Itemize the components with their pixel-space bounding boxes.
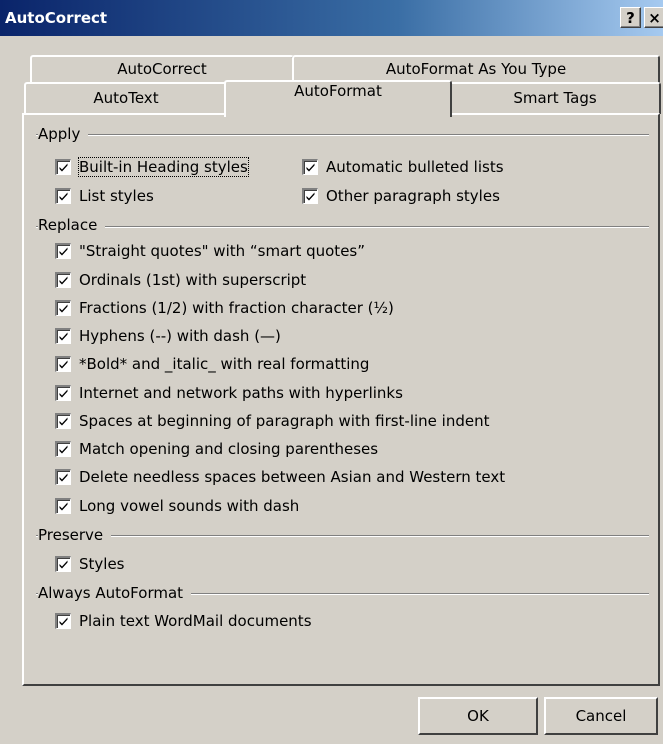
checkbox-box[interactable] <box>55 469 71 485</box>
preserve-group-line <box>36 535 649 537</box>
checkbox-label: Fractions (1/2) with fraction character … <box>79 299 394 317</box>
checkbox-plain-text-wordmail[interactable]: Plain text WordMail documents <box>55 612 312 630</box>
checkbox-box[interactable] <box>302 188 318 204</box>
checkbox-box[interactable] <box>55 300 71 316</box>
checkbox-label: "Straight quotes" with “smart quotes” <box>79 242 366 260</box>
checkbox-label: Delete needless spaces between Asian and… <box>79 468 506 486</box>
checkbox-fractions[interactable]: Fractions (1/2) with fraction character … <box>55 299 394 317</box>
tab-label: AutoFormat As You Type <box>385 60 567 78</box>
tab-label: AutoText <box>93 89 159 107</box>
checkbox-label: Hyphens (--) with dash (—) <box>79 327 281 345</box>
replace-group-line <box>36 226 649 228</box>
checkbox-box[interactable] <box>55 356 71 372</box>
checkbox-box[interactable] <box>55 188 71 204</box>
tab-autoformat[interactable]: AutoFormat <box>224 80 452 117</box>
checkbox-other-paragraph-styles[interactable]: Other paragraph styles <box>302 187 500 205</box>
tab-label: Smart Tags <box>513 89 597 107</box>
checkbox-builtin-heading-styles[interactable]: Built-in Heading styles <box>55 157 249 177</box>
checkbox-box[interactable] <box>55 159 71 175</box>
tab-autocorrect[interactable]: AutoCorrect <box>30 55 294 83</box>
checkbox-automatic-bulleted-lists[interactable]: Automatic bulleted lists <box>302 158 504 176</box>
help-button[interactable]: ? <box>620 7 641 28</box>
checkbox-list-styles[interactable]: List styles <box>55 187 154 205</box>
checkbox-label: Styles <box>79 555 125 573</box>
title-bar[interactable]: AutoCorrect ? × <box>0 0 663 38</box>
checkbox-long-vowel[interactable]: Long vowel sounds with dash <box>55 497 299 515</box>
ok-button[interactable]: OK <box>418 697 538 735</box>
checkbox-first-line-indent[interactable]: Spaces at beginning of paragraph with fi… <box>55 412 490 430</box>
tab-label: AutoCorrect <box>117 60 207 78</box>
checkbox-box[interactable] <box>55 613 71 629</box>
tab-smart-tags[interactable]: Smart Tags <box>449 82 661 114</box>
always-autoformat-group-label: Always AutoFormat <box>38 584 192 602</box>
checkbox-hyphens[interactable]: Hyphens (--) with dash (—) <box>55 327 281 345</box>
checkbox-box[interactable] <box>55 272 71 288</box>
checkbox-label: *Bold* and _italic_ with real formatting <box>79 355 370 373</box>
checkbox-box[interactable] <box>55 385 71 401</box>
checkbox-box[interactable] <box>55 498 71 514</box>
checkbox-label: Internet and network paths with hyperlin… <box>79 384 403 402</box>
checkbox-match-parentheses[interactable]: Match opening and closing parentheses <box>55 440 378 458</box>
checkbox-smart-quotes[interactable]: "Straight quotes" with “smart quotes” <box>55 242 365 260</box>
checkbox-label: Built-in Heading styles <box>78 157 249 177</box>
checkbox-asian-western-spaces[interactable]: Delete needless spaces between Asian and… <box>55 468 505 486</box>
replace-group-label: Replace <box>38 216 106 234</box>
tab-autoformat-as-you-type[interactable]: AutoFormat As You Type <box>292 55 660 83</box>
preserve-group-label: Preserve <box>38 526 112 544</box>
apply-group-line <box>36 134 649 136</box>
checkbox-hyperlinks[interactable]: Internet and network paths with hyperlin… <box>55 384 403 402</box>
cancel-button[interactable]: Cancel <box>544 697 658 735</box>
close-button[interactable]: × <box>644 7 663 28</box>
checkbox-label: Other paragraph styles <box>326 187 500 205</box>
apply-group-label: Apply <box>38 125 89 143</box>
dialog-title: AutoCorrect <box>5 9 108 27</box>
checkbox-box[interactable] <box>55 413 71 429</box>
tab-label: AutoFormat <box>294 82 382 100</box>
checkbox-box[interactable] <box>55 243 71 259</box>
checkbox-label: Ordinals (1st) with superscript <box>79 271 307 289</box>
checkbox-label: List styles <box>79 187 154 205</box>
checkbox-box[interactable] <box>55 328 71 344</box>
checkbox-label: Long vowel sounds with dash <box>79 497 300 515</box>
checkbox-label: Spaces at beginning of paragraph with fi… <box>79 412 490 430</box>
checkbox-box[interactable] <box>302 159 318 175</box>
checkbox-ordinals[interactable]: Ordinals (1st) with superscript <box>55 271 306 289</box>
checkbox-box[interactable] <box>55 441 71 457</box>
checkbox-bold-italic[interactable]: *Bold* and _italic_ with real formatting <box>55 355 369 373</box>
checkbox-label: Plain text WordMail documents <box>79 612 312 630</box>
checkbox-label: Automatic bulleted lists <box>326 158 504 176</box>
tab-autotext[interactable]: AutoText <box>24 82 228 114</box>
checkbox-box[interactable] <box>55 556 71 572</box>
checkbox-label: Match opening and closing parentheses <box>79 440 379 458</box>
autocorrect-dialog: AutoCorrect ? × AutoCorrect AutoFormat A… <box>0 0 663 744</box>
checkbox-styles[interactable]: Styles <box>55 555 125 573</box>
